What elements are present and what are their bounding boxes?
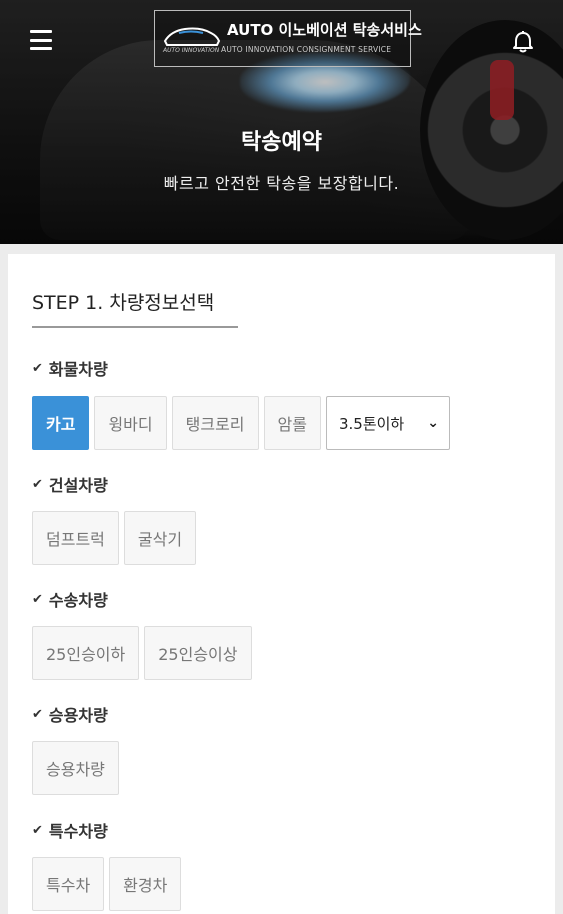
check-icon: ✔ [32,476,43,492]
section-label-cargo: ✔ 화물차량 [32,356,108,380]
option-under-25[interactable]: 25인승이하 [32,626,140,680]
option-wingbody[interactable]: 윙바디 [94,396,167,450]
brand-logo[interactable]: AUTO 이노베이션 탁송서비스 AUTO INNOVATION CONSIGN… [154,10,422,67]
page-subtitle: 빠르고 안전한 탁송을 보장합니다. [163,174,400,193]
section-label-construction: ✔ 건설차량 [32,472,108,496]
page-title: 탁송예약 [241,130,322,155]
step-underline [32,326,238,328]
hamburger-icon[interactable] [30,30,52,50]
section-label-text: 건설차량 [48,476,108,495]
option-special[interactable]: 특수차 [32,857,105,911]
section-label-passenger: ✔ 승용차량 [32,702,108,726]
step-title: STEP 1. 차량정보선택 [32,292,215,314]
option-over-25[interactable]: 25인승이상 [144,626,252,680]
brand-small-text: AUTO INNOVATION [163,47,220,54]
construction-options: 덤프트럭 굴삭기 [32,511,197,565]
special-options: 특수차 환경차 [32,857,182,911]
section-label-text: 승용차량 [48,706,108,725]
section-label-transport: ✔ 수송차량 [32,587,108,611]
section-label-text: 특수차량 [48,822,108,841]
check-icon: ✔ [32,591,43,607]
tonnage-select-value: 3.5톤이하 [338,414,405,433]
chevron-down-icon: ⌄ [427,415,439,431]
tonnage-select[interactable]: 3.5톤이하 ⌄ [325,396,450,450]
transport-options: 25인승이하 25인승이상 [32,626,252,680]
vehicle-info-card: STEP 1. 차량정보선택 ✔ 화물차량 카고 윙바디 탱크로리 암롤 3.5… [8,254,555,914]
passenger-options: 승용차량 [32,741,119,795]
brand-sub-text: AUTO INNOVATION CONSIGNMENT SERVICE [221,45,392,54]
section-label-text: 수송차량 [48,591,108,610]
option-tanklorry[interactable]: 탱크로리 [171,396,259,450]
cargo-options: 카고 윙바디 탱크로리 암롤 3.5톤이하 ⌄ [32,396,450,450]
check-icon: ✔ [32,706,43,722]
option-armroll[interactable]: 암롤 [263,396,321,450]
hero-banner: AUTO 이노베이션 탁송서비스 AUTO INNOVATION CONSIGN… [0,0,563,244]
section-label-special: ✔ 특수차량 [32,818,108,842]
option-excavator[interactable]: 굴삭기 [123,511,197,565]
section-label-text: 화물차량 [48,360,108,379]
check-icon: ✔ [32,822,43,838]
option-dump-truck[interactable]: 덤프트럭 [32,511,119,565]
brand-main-text: AUTO 이노베이션 탁송서비스 [227,21,422,39]
option-cargo[interactable]: 카고 [32,396,90,450]
option-passenger[interactable]: 승용차량 [32,741,119,795]
option-environmental[interactable]: 환경차 [109,857,182,911]
check-icon: ✔ [32,360,43,376]
bell-icon[interactable] [512,30,534,54]
